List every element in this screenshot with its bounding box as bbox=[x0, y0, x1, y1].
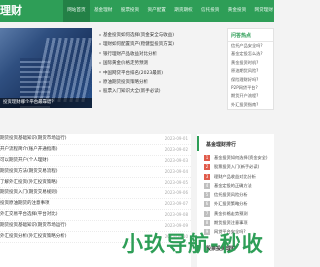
article-date: 2023-09-02 bbox=[164, 146, 188, 152]
hot-question-link[interactable]: 黄金投资时机? bbox=[228, 59, 273, 67]
article-row[interactable]: 了解外汇投资(外汇投资策略) 2023-09-05 bbox=[0, 178, 191, 189]
rank-badge: 3 bbox=[204, 173, 210, 180]
nav-item-stocks[interactable]: 股票投资 bbox=[117, 0, 144, 22]
ranking-item[interactable]: 2 股票投资入门(新手必读) bbox=[197, 162, 274, 171]
rank-badge: 6 bbox=[204, 201, 210, 208]
ranking-item[interactable]: 1 基金投资如何选择(资金安全) bbox=[197, 153, 274, 162]
ranking-title: 基金理财排行 bbox=[197, 136, 274, 151]
hot-question-link[interactable]: 原油期货风险? bbox=[228, 67, 273, 75]
article-title[interactable]: 外汇交易平台选择(平台对比) bbox=[0, 210, 58, 221]
hot-question-link[interactable]: 外汇投资指南? bbox=[228, 101, 273, 109]
ranking-item[interactable]: 6 外汇投资策略分析 bbox=[197, 199, 274, 208]
headline-item[interactable]: 理财如何配置资产(稳健型投资方案) bbox=[99, 40, 227, 49]
banner-image-tower bbox=[33, 38, 92, 102]
ranking-item-title[interactable]: 基金投资如何选择(资金安全) bbox=[214, 153, 272, 162]
article-title[interactable]: 期货投资入门(期货交易规则) bbox=[0, 188, 58, 199]
nav-item-gold[interactable]: 黄金投资 bbox=[224, 0, 251, 22]
main-nav: 网站首页 基金理财 股票投资 资产配置 期货期权 信托投资 黄金投资 网贷理财 bbox=[63, 0, 277, 22]
article-title[interactable]: 开户流程简介(账户开通指南) bbox=[0, 145, 58, 156]
ranking-item-title[interactable]: 股票投资入门(新手必读) bbox=[214, 162, 272, 171]
ranking-item[interactable]: 8 期货投资注意事项 bbox=[197, 218, 274, 227]
ranking-item-title[interactable]: 期货投资注意事项 bbox=[214, 218, 272, 227]
article-row[interactable]: 期货投资基础知识(期货市场运行) 2023-09-09 bbox=[0, 221, 191, 233]
article-row[interactable]: 可以期货开户(个人理财) 2023-09-03 bbox=[0, 156, 191, 167]
headline-item[interactable]: 股票入门知识大全(新手必读) bbox=[99, 87, 227, 96]
hot-question-link[interactable]: 信托产品安全吗? bbox=[228, 42, 273, 50]
ranking-item-title[interactable]: 黄金价格走势预测 bbox=[214, 209, 272, 218]
watermark-overlay: 小玖导航-秒收 bbox=[122, 232, 264, 256]
headline-list: 基金投资如何选择(资金安全与收益) 理财如何配置资产(稳健型投资方案) 银行理财… bbox=[99, 31, 227, 97]
headline-item[interactable]: 基金投资如何选择(资金安全与收益) bbox=[99, 31, 227, 40]
top-navbar: 理财 网站首页 基金理财 股票投资 资产配置 期货期权 信托投资 黄金投资 网贷… bbox=[0, 0, 274, 22]
headline-item[interactable]: 原油期货投资策略分析 bbox=[99, 78, 227, 87]
ranking-item-title[interactable]: 外汇投资策略分析 bbox=[214, 199, 272, 208]
hot-questions-box: 问答热点 信托产品安全吗? 基金定投怎么选? 黄金投资时机? 原油期货风险? 保… bbox=[227, 28, 274, 110]
article-date: 2023-09-03 bbox=[164, 157, 188, 163]
article-date: 2023-09-09 bbox=[164, 223, 188, 229]
hot-question-link[interactable]: 保险理财好吗? bbox=[228, 76, 273, 84]
article-date: 2023-09-05 bbox=[164, 179, 188, 185]
rank-badge: 8 bbox=[204, 220, 210, 227]
ranking-item-title[interactable]: 基金定投的正确方法 bbox=[214, 181, 272, 190]
rank-badge: 1 bbox=[204, 155, 210, 161]
nav-item-p2p[interactable]: 网贷理财 bbox=[250, 0, 277, 22]
nav-item-trust[interactable]: 信托投资 bbox=[197, 0, 224, 22]
article-title[interactable]: 期货投资基础知识(期货市场运行) bbox=[0, 134, 67, 145]
nav-item-funds[interactable]: 基金理财 bbox=[90, 0, 117, 22]
rank-badge: 5 bbox=[204, 192, 210, 199]
site-logo[interactable]: 理财 bbox=[0, 3, 22, 19]
hot-question-link[interactable]: P2P网贷平台? bbox=[228, 84, 273, 92]
ranking-item-title[interactable]: 理财产品收益对比分析 bbox=[214, 172, 272, 181]
article-title[interactable]: 可以期货开户(个人理财) bbox=[0, 156, 49, 167]
rank-badge: 4 bbox=[204, 182, 210, 189]
article-title[interactable]: 投资原油期货的注意事项 bbox=[0, 199, 50, 210]
headline-item[interactable]: 国际黄金价格走势预测 bbox=[99, 59, 227, 68]
article-title[interactable]: 了解外汇投资(外汇投资策略) bbox=[0, 178, 58, 189]
banner-caption[interactable]: 投资理财哪个平台最靠谱？ bbox=[0, 98, 92, 108]
article-date: 2023-09-06 bbox=[164, 190, 188, 196]
article-title[interactable]: 期货投资基础知识(期货市场运行) bbox=[0, 221, 67, 232]
nav-item-assets[interactable]: 资产配置 bbox=[143, 0, 170, 22]
hot-question-link[interactable]: 基金定投怎么选? bbox=[228, 50, 273, 58]
headline-item[interactable]: 银行理财产品收益对比分析 bbox=[99, 50, 227, 59]
hot-questions-title: 问答热点 bbox=[228, 29, 273, 42]
article-date: 2023-09-04 bbox=[164, 168, 188, 174]
ranking-item-title[interactable]: 信托投资风险分析 bbox=[214, 190, 272, 199]
nav-item-home[interactable]: 网站首页 bbox=[63, 0, 90, 22]
article-row[interactable]: 期货投资方法(期货交易流程) 2023-09-04 bbox=[0, 167, 191, 178]
article-row[interactable]: 外汇交易平台选择(平台对比) 2023-09-08 bbox=[0, 210, 191, 222]
ranking-item[interactable]: 5 信托投资风险分析 bbox=[197, 190, 274, 199]
rank-badge: 7 bbox=[204, 210, 210, 217]
article-row[interactable]: 开户流程简介(账户开通指南) 2023-09-02 bbox=[0, 145, 191, 156]
nav-item-futures[interactable]: 期货期权 bbox=[170, 0, 197, 22]
ranking-item[interactable]: 4 基金定投的正确方法 bbox=[197, 181, 274, 190]
article-date: 2023-09-07 bbox=[164, 201, 188, 207]
rank-badge: 2 bbox=[204, 164, 210, 171]
article-title[interactable]: 外汇投资分析(外汇投资策略分析) bbox=[0, 232, 67, 243]
article-date: 2023-09-01 bbox=[164, 136, 188, 141]
article-row[interactable]: 投资原油期货的注意事项 2023-09-07 bbox=[0, 199, 191, 211]
ranking-item[interactable]: 7 黄金价格走势预测 bbox=[197, 209, 274, 218]
ranking-item[interactable]: 3 理财产品收益对比分析 bbox=[197, 172, 274, 181]
hot-question-link[interactable]: 期货开户流程? bbox=[228, 92, 273, 100]
headline-item[interactable]: 中国网贷平台排名(2023最新) bbox=[99, 69, 227, 78]
article-title[interactable]: 期货投资方法(期货交易流程) bbox=[0, 167, 58, 178]
featured-banner[interactable]: 投资理财哪个平台最靠谱？ bbox=[0, 28, 92, 108]
article-date: 2023-09-08 bbox=[164, 212, 188, 218]
article-row[interactable]: 期货投资基础知识(期货市场运行) 2023-09-01 bbox=[0, 134, 191, 145]
article-row[interactable]: 期货投资入门(期货交易规则) 2023-09-06 bbox=[0, 188, 191, 200]
